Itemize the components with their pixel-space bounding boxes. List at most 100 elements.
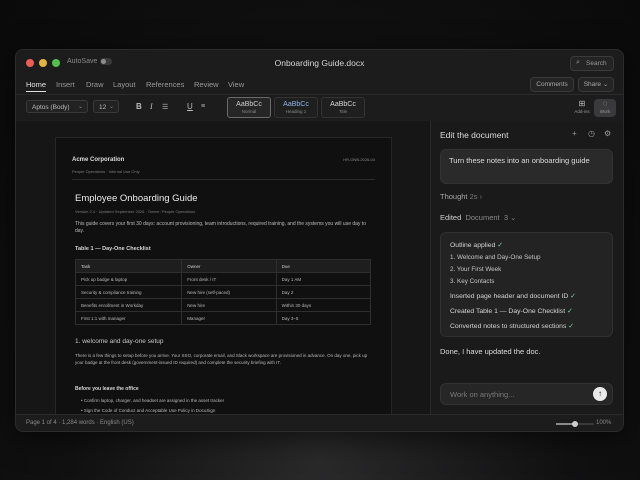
user-message: Turn these notes into an onboarding guid… [440,149,613,184]
plus-icon[interactable]: + [572,129,577,138]
share-button[interactable]: Share ⌄ [578,77,614,92]
style-heading-1[interactable]: AaBbCc Heading 1 [274,97,318,118]
font-size-select[interactable]: 12 ⌄ [93,100,119,113]
list-icon[interactable]: ☰ [162,103,168,111]
table-cell: Within 30 days [275,298,372,312]
table-cell: Day 1 AM [275,272,372,286]
assistant-panel: Edit the document + ◷ ⚙ Turn these notes… [430,121,623,414]
tab-review[interactable]: Review [194,80,219,89]
zoom-value: 100% [596,420,612,426]
table-header: Due [275,259,372,273]
agent-icon: ◌ [602,99,608,108]
title-bar: AutoSave Onboarding Guide.docx ⌕ Search [16,50,623,76]
change-text: Converted notes to structured sections [450,323,567,330]
status-bar: Page 1 of 4 · 1,284 words · English (US)… [16,414,623,431]
underline-button[interactable]: U [187,102,193,111]
style-sample: AaBbCc [330,101,356,108]
list-item: • Confirm laptop, charger, and headset a… [81,398,225,403]
composer-placeholder: Work on anything... [450,390,515,399]
composer-input[interactable]: Work on anything... ↑ [440,383,613,405]
search-icon: ⌕ [576,59,580,66]
history-icon[interactable]: ◷ [588,129,595,138]
grid-icon: ⊞ [578,99,586,108]
style-name: Heading 1 [285,109,307,114]
change-text: 2. Your First Week [450,266,502,273]
table-row: Pick up badge & laptop Front desk / IT D… [74,272,372,286]
tab-layout[interactable]: Layout [113,80,136,89]
thought-duration: 2s [469,192,478,201]
font-size-value: 12 [99,104,107,111]
tab-view[interactable]: View [228,80,244,89]
send-button[interactable]: ↑ [593,387,607,401]
table-cell: New hire (self-paced) [181,285,277,299]
change-text: 1. Welcome and Day-One Setup [450,254,541,261]
agent-button[interactable]: ◌ Work [594,99,616,117]
bold-button[interactable]: B [136,102,142,111]
addins-button[interactable]: ⊞ Add-ins [571,99,593,114]
change-item: Converted notes to structured sections ✓ [450,322,574,330]
font-family-value: Aptos (Body) [32,104,70,111]
app-window: AutoSave Onboarding Guide.docx ⌕ Search … [15,49,624,432]
thought-label: Thought [440,192,468,201]
table-cell: New hire [181,298,277,312]
share-label: Share [583,81,602,88]
align-icon[interactable]: ≡ [201,103,205,110]
zoom-slider[interactable] [556,421,594,427]
table-cell: Benefits enrollment in Workday [74,298,183,312]
addins-label: Add-ins [574,109,590,114]
table-header: Task [74,259,183,273]
thought-toggle[interactable]: Thought 2s › [440,192,482,201]
ribbon-toolbar: Aptos (Body) ⌄ 12 ⌄ B I ☰ U ≡ AaBbCc Nor… [16,94,623,122]
style-normal[interactable]: AaBbCc Normal [227,97,271,118]
change-text: Created Table 1 — Day-One Checklist [450,308,566,315]
table-header: Owner [181,259,277,273]
gear-icon[interactable]: ⚙ [604,129,611,138]
italic-button[interactable]: I [150,102,153,111]
document-page[interactable]: Acme Corporation People Operations · Int… [55,137,392,414]
tab-references[interactable]: References [146,80,184,89]
style-sample: AaBbCc [236,101,262,108]
tab-insert[interactable]: Insert [56,80,75,89]
document-canvas[interactable]: Acme Corporation People Operations · Int… [16,121,430,414]
list-item-text: Confirm laptop, charger, and headset are… [83,398,225,403]
font-family-select[interactable]: Aptos (Body) ⌄ [26,100,88,113]
header-divider [72,179,375,180]
edited-label: Edited [440,213,462,222]
table-caption: Table 1 — Day-One Checklist [75,246,151,252]
tab-draw[interactable]: Draw [86,80,104,89]
change-text: Inserted page header and document ID [450,293,569,300]
search-box[interactable]: ⌕ Search [570,56,614,71]
style-title[interactable]: AaBbCc Title [321,97,365,118]
table-cell: Security & compliance training [74,285,183,299]
zoom-slider-handle[interactable] [572,421,578,427]
chevron-down-icon: ⌄ [77,104,83,110]
change-item: 1. Welcome and Day-One Setup [450,254,541,261]
section-heading: 1. welcome and day-one setup [75,338,164,345]
edited-toggle[interactable]: Edited Document 3 ⌄ [440,213,516,222]
list-item: • Sign the Code of Conduct and Acceptabl… [81,408,216,413]
table-cell: Pick up badge & laptop [74,272,183,286]
check-icon: ✓ [568,323,574,330]
check-icon: ✓ [567,308,573,315]
chevron-down-icon: ⌄ [510,213,517,222]
check-icon: ✓ [497,242,503,249]
tab-home[interactable]: Home [26,80,47,92]
check-icon: ✓ [570,293,576,300]
comments-button[interactable]: Comments [530,77,574,92]
table-cell: Manager [181,311,277,325]
subheading: Before you leave the office [75,386,139,392]
change-text: 3. Key Contacts [450,278,495,285]
style-sample: AaBbCc [283,101,309,108]
status-text: Page 1 of 4 · 1,284 words · English (US) [26,420,134,426]
change-item: Outline applied ✓ [450,241,503,249]
list-item-text: Sign the Code of Conduct and Acceptable … [83,408,216,413]
change-text: Outline applied [450,242,496,249]
table-row: Security & compliance training New hire … [74,285,372,299]
edited-count: 3 [503,213,508,222]
assistant-reply: Done, I have updated the doc. [440,347,541,356]
change-item: 2. Your First Week [450,266,501,273]
change-item: Created Table 1 — Day-One Checklist ✓ [450,307,573,315]
section-paragraph: There is a few things to setup before yo… [75,353,368,365]
chevron-down-icon: ⌄ [108,104,114,110]
table-row: First 1:1 with manager Manager Day 3–5 [74,311,372,325]
